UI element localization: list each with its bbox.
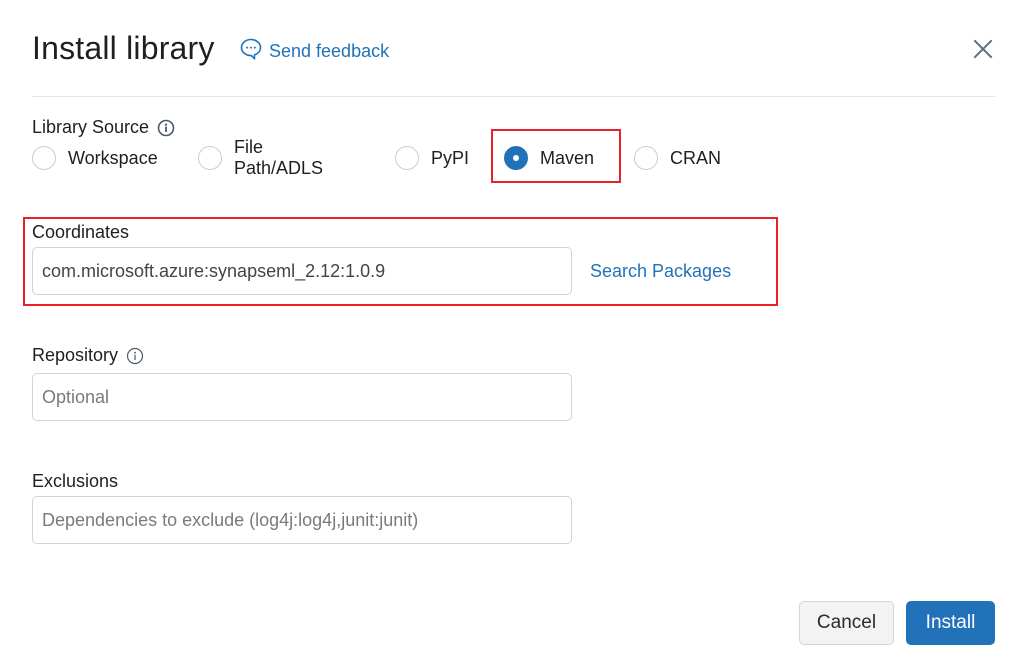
library-source-label: Library Source: [32, 117, 175, 138]
close-button[interactable]: [970, 36, 996, 62]
dialog-title: Install library: [32, 30, 215, 66]
radio-circle[interactable]: [198, 146, 222, 170]
radio-label: CRAN: [670, 147, 722, 168]
radio-label: PyPI: [431, 147, 470, 168]
feedback-chat-icon: [239, 37, 263, 66]
install-button[interactable]: Install: [906, 601, 995, 645]
radio-label: File Path/ADLS: [234, 137, 324, 178]
exclusions-input[interactable]: [32, 496, 572, 544]
send-feedback-label: Send feedback: [269, 41, 390, 61]
maven-highlight-box: [491, 129, 621, 183]
send-feedback-link[interactable]: Send feedback: [239, 37, 389, 66]
radio-label: Workspace: [68, 147, 158, 168]
repository-input[interactable]: [32, 373, 572, 421]
repository-label: Repository: [32, 345, 144, 366]
cancel-button[interactable]: Cancel: [799, 601, 894, 645]
header-divider: [32, 96, 995, 97]
exclusions-label-text: Exclusions: [32, 471, 119, 491]
radio-file-path-adls[interactable]: File Path/ADLS: [198, 137, 323, 178]
coordinates-label: Coordinates: [32, 222, 129, 243]
coordinates-label-text: Coordinates: [32, 222, 130, 242]
radio-pypi[interactable]: PyPI: [395, 144, 469, 172]
exclusions-label: Exclusions: [32, 471, 118, 492]
info-icon[interactable]: [126, 347, 144, 365]
close-icon: [973, 39, 993, 59]
search-packages-link[interactable]: Search Packages: [590, 261, 731, 282]
radio-workspace[interactable]: Workspace: [32, 144, 158, 172]
radio-cran[interactable]: CRAN: [634, 144, 721, 172]
info-icon[interactable]: [157, 119, 175, 137]
radio-circle[interactable]: [32, 146, 56, 170]
coordinates-input[interactable]: [32, 247, 572, 295]
library-source-label-text: Library Source: [32, 117, 150, 137]
radio-circle[interactable]: [395, 146, 419, 170]
repository-label-text: Repository: [32, 345, 119, 365]
radio-circle[interactable]: [634, 146, 658, 170]
